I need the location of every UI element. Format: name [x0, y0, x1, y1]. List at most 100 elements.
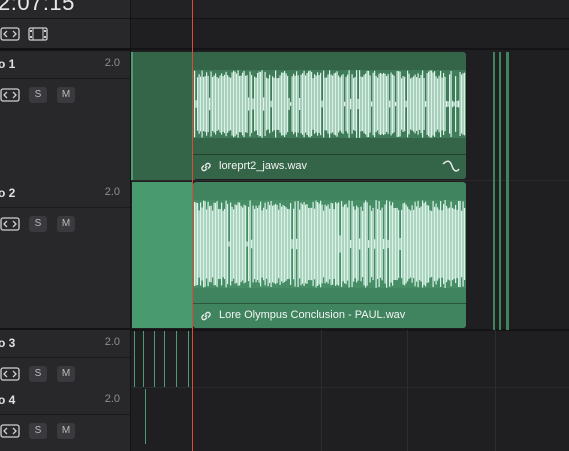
waveform-sample [459, 71, 461, 137]
track-volume[interactable]: 2.0 [105, 336, 120, 348]
waveform-sample [230, 202, 232, 286]
waveform-sample [312, 78, 314, 130]
waveform-sample [344, 101, 346, 107]
waveform-sample [239, 75, 241, 133]
waveform-sample [345, 76, 347, 132]
solo-button[interactable]: S [29, 423, 47, 439]
waveform-sample [243, 70, 245, 138]
waveform-sample [276, 78, 278, 130]
waveform-sample [363, 202, 365, 286]
waveform-sample [333, 209, 335, 279]
track-name: o 2 [0, 186, 16, 200]
audio-clip-1[interactable]: loreprt2_jaws.wav [193, 52, 466, 179]
waveform-sample [222, 210, 224, 278]
waveform-sample [441, 210, 443, 278]
waveform-sample [422, 200, 424, 288]
waveform-sample [251, 74, 253, 134]
track-volume[interactable]: 2.0 [105, 186, 120, 198]
waveform-sample [264, 202, 266, 286]
waveform-sample [303, 70, 305, 138]
waveform-sample [309, 207, 311, 281]
waveform-sample [249, 71, 251, 137]
waveform-sample [215, 202, 217, 286]
clip-sliver[interactable] [506, 52, 509, 330]
solo-button[interactable]: S [29, 216, 47, 232]
track-header-1[interactable]: o 1 2.0 S M [0, 51, 130, 182]
waveform-sample [326, 77, 328, 131]
waveform-sample [444, 76, 446, 132]
clip-sliver[interactable] [499, 52, 501, 330]
waveform-sample [240, 205, 242, 283]
waveform-sample [360, 76, 362, 132]
waveform-sample [201, 207, 203, 281]
mute-button[interactable]: M [57, 366, 75, 382]
waveform-sample [320, 200, 322, 288]
track-volume[interactable]: 2.0 [105, 393, 120, 405]
waveform-sample [347, 74, 349, 134]
waveform-sample [248, 97, 250, 111]
waveform-sample [327, 204, 329, 284]
waveform-sample [201, 70, 203, 138]
waveform-sample [402, 203, 404, 285]
waveform-sample [252, 205, 254, 283]
timeline-area[interactable]: loreprt2_jaws.wav Lore Olympus Conclusio… [131, 0, 569, 451]
waveform-sample [455, 76, 457, 132]
audio-clip-2[interactable]: Lore Olympus Conclusion - PAUL.wav [193, 182, 466, 328]
mute-button[interactable]: M [57, 216, 75, 232]
auto-select-icon[interactable] [0, 423, 20, 439]
waveform-sample [204, 201, 206, 287]
waveform-sample [281, 72, 283, 136]
waveform-sample [333, 73, 335, 135]
waveform-sample [296, 238, 298, 250]
filmstrip-icon[interactable] [28, 27, 48, 43]
waveform-sample [231, 206, 233, 282]
waveform-sample [224, 208, 226, 280]
waveform-sample [368, 240, 370, 248]
waveform-sample [387, 239, 389, 249]
waveform-sample [290, 203, 292, 285]
waveform-sample [425, 201, 427, 287]
auto-select-icon[interactable] [0, 216, 20, 232]
transient-tick [143, 331, 144, 387]
auto-select-icon[interactable] [0, 87, 20, 103]
waveform-sample [377, 208, 379, 280]
solo-button[interactable]: S [29, 366, 47, 382]
waveform-sample [245, 75, 247, 133]
waveform-sample [438, 209, 440, 279]
waveform-sample [209, 206, 211, 282]
auto-select-icon[interactable] [0, 27, 20, 43]
mute-button[interactable]: M [57, 87, 75, 103]
waveform-sample [432, 200, 434, 288]
track-header-4[interactable]: o 4 2.0 S M [0, 387, 130, 451]
waveform-sample [404, 202, 406, 286]
track-header-3[interactable]: o 3 2.0 S M [0, 330, 130, 389]
waveform-sample [458, 100, 460, 108]
track-controls: S M [0, 366, 100, 384]
waveform-sample [215, 73, 217, 135]
waveform-sample [344, 204, 346, 284]
waveform-sample [278, 77, 280, 131]
waveform-sample [440, 70, 442, 138]
waveform-sample [420, 74, 422, 134]
waveform-sample [342, 74, 344, 134]
track-volume[interactable]: 2.0 [105, 57, 120, 69]
waveform-sample [446, 205, 448, 283]
time-ruler[interactable] [131, 0, 569, 19]
waveform-sample [224, 74, 226, 134]
fade-curve-icon[interactable] [442, 160, 460, 179]
waveform-sample [296, 71, 298, 137]
solo-button[interactable]: S [29, 87, 47, 103]
waveform-sample [425, 100, 427, 108]
waveform-sample [288, 209, 290, 279]
waveform-sample [198, 210, 200, 278]
waveform-sample [237, 70, 239, 138]
waveform-sample [453, 209, 455, 279]
auto-select-icon[interactable] [0, 366, 20, 382]
transient-tick [154, 331, 155, 387]
lane-divider [131, 180, 569, 181]
waveform-sample [374, 70, 376, 138]
track-header-2[interactable]: o 2 2.0 S M [0, 180, 130, 330]
mute-button[interactable]: M [57, 423, 75, 439]
playhead[interactable] [192, 0, 193, 451]
clip-sliver[interactable] [493, 52, 495, 330]
